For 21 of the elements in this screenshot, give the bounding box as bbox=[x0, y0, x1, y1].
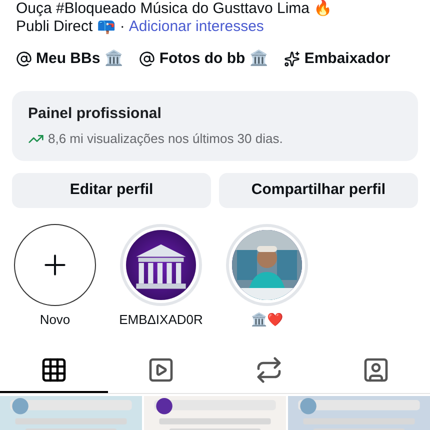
play-icon bbox=[147, 356, 176, 384]
new-highlight-button[interactable] bbox=[14, 224, 96, 306]
profile-link[interactable]: Meu BBs 🏛 bbox=[16, 48, 124, 70]
highlight-label: Novo bbox=[40, 310, 70, 328]
dashboard-title: Painel profissional bbox=[28, 104, 162, 124]
sparkle-icon bbox=[284, 51, 300, 68]
highlight-cover[interactable] bbox=[120, 224, 202, 306]
grid-icon bbox=[40, 356, 68, 384]
add-interests-link[interactable]: Adicionar interesses bbox=[128, 18, 264, 36]
profile-button[interactable]: Editar perfil bbox=[12, 172, 211, 208]
person-icon bbox=[362, 356, 390, 384]
highlight-label: 🏛❤ bbox=[251, 310, 283, 328]
profile-link[interactable]: Fotos do bb 🏛 bbox=[139, 48, 268, 70]
professional-dashboard-card[interactable]: Painel profissional 8,6 mi visualizações nos últimos 30 dias. bbox=[12, 90, 418, 160]
dashboard-stats: 8,6 mi visualizações nos últimos 30 dias. bbox=[48, 130, 283, 148]
profile-button[interactable]: Compartilhar perfil bbox=[219, 172, 418, 208]
repost-icon bbox=[254, 356, 283, 384]
bio-text: Publi Direct 📪 bbox=[16, 18, 116, 36]
highlight-label: EMBΔIXAD0R bbox=[119, 310, 203, 328]
separator-text: · bbox=[120, 18, 125, 36]
profile-link[interactable]: Embaixador bbox=[284, 48, 390, 70]
